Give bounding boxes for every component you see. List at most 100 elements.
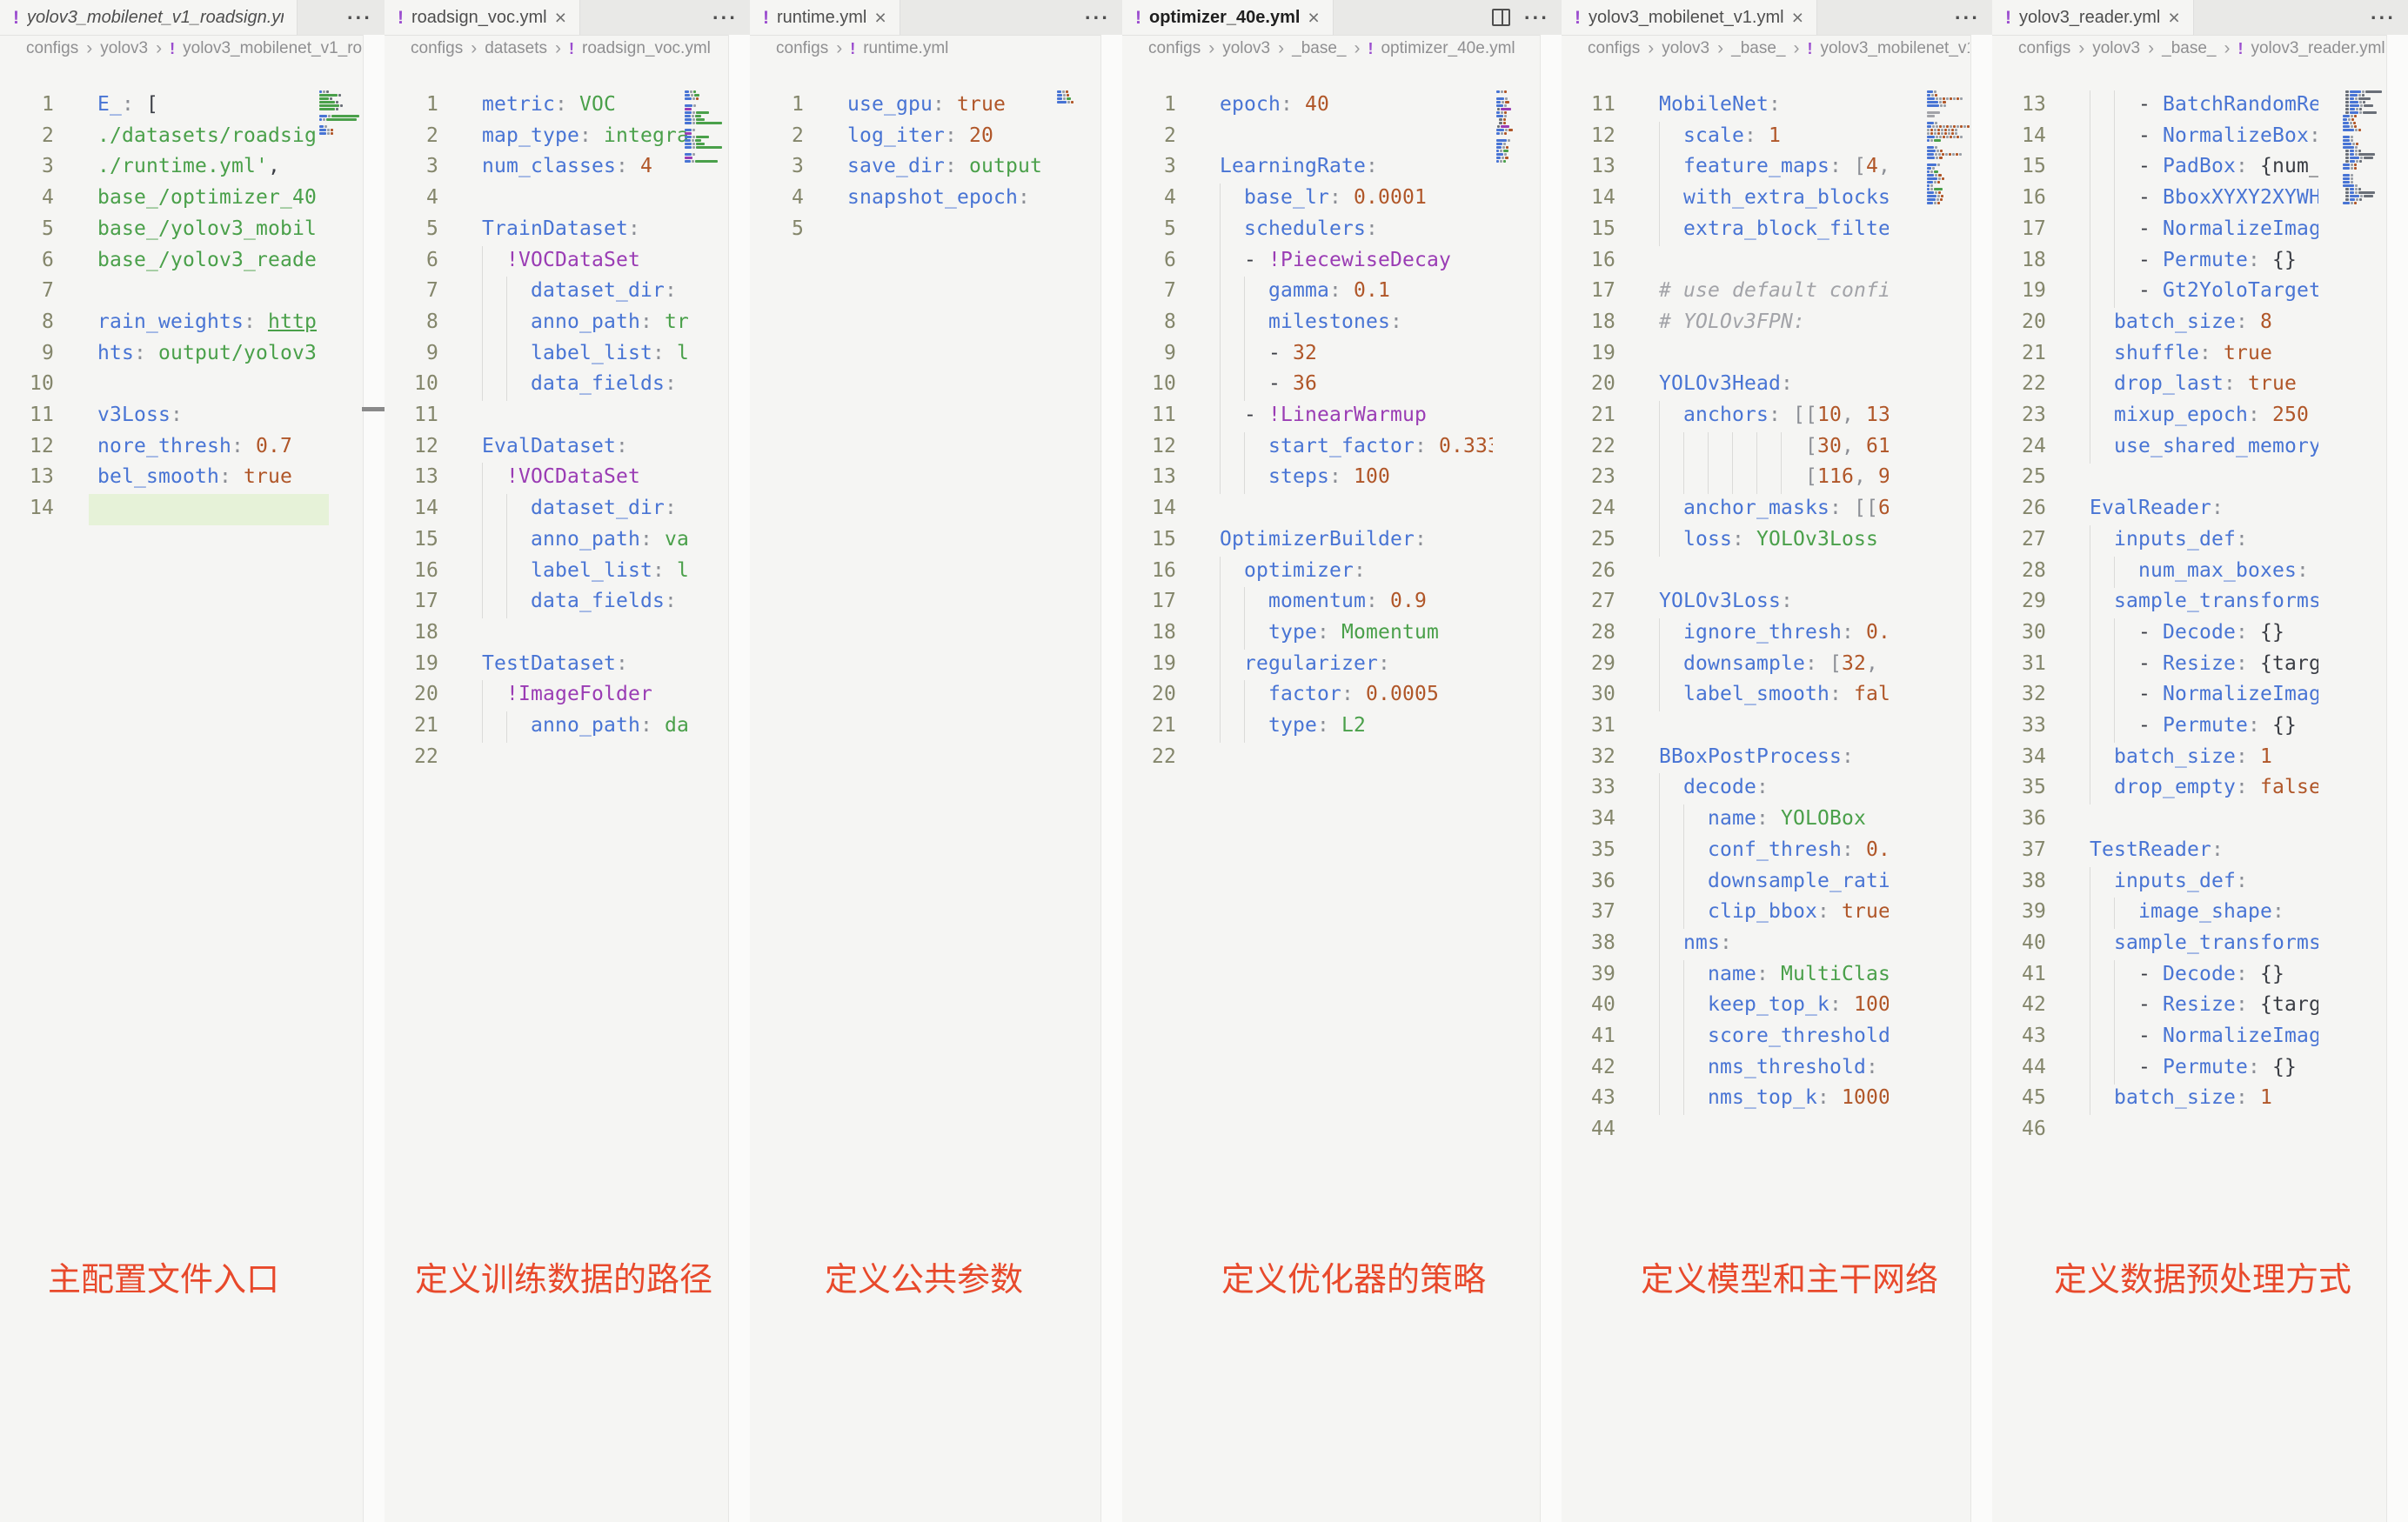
code-line: 16 — [1562, 246, 1992, 277]
token: 1 — [2260, 1086, 2272, 1109]
token: : — [1817, 900, 1842, 923]
code-tokens: batch_size: 1 — [2090, 745, 2272, 768]
token: decode — [1683, 776, 1756, 798]
code-tokens: - !PiecewiseDecay — [1220, 249, 1451, 271]
minimap[interactable] — [1057, 90, 1099, 108]
minimap-mark — [1496, 160, 1499, 163]
code-line-text: dataset_dir: dataset/roadsign_voc — [482, 494, 688, 525]
code-line: 2log_iter: 20 — [750, 122, 1122, 153]
code-line-text: type: Momentum — [1220, 618, 1493, 650]
token: anchors — [1683, 404, 1769, 426]
code-line-text: sample_transforms: — [2090, 929, 2318, 960]
token: {} — [2272, 249, 2297, 271]
code-line-text: - NormalizeBox: {} — [2090, 122, 2318, 153]
minimap-mark — [2358, 188, 2361, 190]
scrollbar-overview-ruler[interactable] — [1540, 35, 1562, 1522]
token: : — [2236, 528, 2248, 551]
token: rain_weights — [97, 310, 244, 333]
token: E_ — [97, 93, 122, 116]
minimap[interactable] — [1927, 90, 1969, 209]
code-line-text: data_fields: ['image', 'gt_bbox', 'gt_cl… — [482, 587, 688, 618]
scrollbar-overview-ruler[interactable] — [728, 35, 750, 1522]
token: : — [1341, 683, 1366, 705]
line-number: 10 — [1122, 372, 1176, 395]
code-tokens: snapshot_epoch: 1 — [847, 186, 1044, 209]
code-tokens: regularizer: — [1220, 652, 1390, 675]
scrollbar-overview-ruler[interactable] — [1970, 35, 1992, 1522]
token: {target_size: [608, 608]} — [2260, 993, 2318, 1016]
code-line: 3./runtime.yml', — [0, 152, 385, 184]
code-tokens: name: YOLOBox — [1659, 807, 1866, 830]
code-line: 24 anchor_masks: [[6, 7, 8]] — [1562, 494, 1992, 525]
code-tokens: base_/yolov3_mobilenet_v1.yml', — [97, 217, 317, 240]
minimap[interactable] — [2343, 90, 2385, 209]
token: extra_block_filters — [1683, 217, 1889, 240]
minimap-mark — [1934, 188, 1943, 190]
code-tokens: name: MultiClassNMS — [1659, 963, 1889, 985]
minimap-mark — [692, 146, 695, 149]
minimap-mark — [1496, 90, 1500, 93]
minimap[interactable] — [319, 90, 361, 139]
minimap-mark — [685, 136, 692, 138]
code-line: 29 sample_transforms: — [1992, 587, 2408, 618]
line-number: 17 — [1562, 279, 1615, 302]
code-line-text: drop_last: true — [2090, 370, 2318, 401]
code-tokens: - NormalizeImage: {mean: [0.485]} — [2090, 1025, 2318, 1047]
code-line-text: scale: 1 — [1659, 122, 1889, 153]
line-number: 37 — [1562, 900, 1615, 923]
token — [2090, 745, 2114, 768]
minimap-mark — [685, 146, 692, 149]
code-line-text: shuffle: true — [2090, 339, 2318, 370]
token: 0.0001 — [1354, 186, 1427, 209]
code-line-text: - 36 — [1220, 370, 1493, 401]
minimap-mark — [2351, 174, 2353, 177]
code-line: 33 decode: — [1562, 773, 1992, 804]
code-tokens: log_iter: 20 — [847, 124, 993, 147]
minimap-mark — [1501, 108, 1510, 110]
token: batch_size — [2114, 1086, 2236, 1109]
code-line: 18# YOLOv3FPN: — [1562, 308, 1992, 339]
minimap[interactable] — [1496, 90, 1538, 167]
code-tokens: - Resize: {target_size: [608, 608]} — [2090, 652, 2318, 675]
code-line-text: label_list: label_list.txt — [482, 339, 688, 370]
minimap-mark — [2354, 164, 2357, 166]
token: NormalizeBox — [2163, 124, 2309, 147]
code-line-text — [97, 494, 317, 525]
scrollbar-overview-ruler[interactable] — [2386, 35, 2408, 1522]
minimap-mark — [696, 111, 709, 114]
token: : — [1781, 590, 1793, 612]
token: YOLOv3Head — [1659, 372, 1781, 395]
token: [ — [1854, 155, 1866, 177]
code-tokens: nms_top_k: 1000 — [1659, 1086, 1889, 1109]
minimap-mark — [696, 122, 722, 124]
code-line-text: optimizer: — [1220, 557, 1493, 588]
minimap-mark — [1932, 167, 1935, 170]
token: output — [969, 155, 1042, 177]
scrollbar-overview-ruler[interactable] — [363, 35, 385, 1522]
minimap-mark — [1057, 101, 1067, 103]
code-tokens: nms_threshold: 0.45 — [1659, 1056, 1889, 1078]
minimap-line — [1927, 205, 1969, 209]
line-number: 10 — [0, 372, 54, 395]
minimap-mark — [1496, 157, 1501, 159]
minimap-mark — [1935, 146, 1937, 149]
line-number: 43 — [1562, 1086, 1615, 1109]
minimap-mark — [1939, 101, 1942, 103]
token — [1220, 683, 1268, 705]
minimap-mark — [2355, 191, 2358, 194]
code-line: 10 — [0, 370, 385, 401]
minimap-mark — [2350, 111, 2358, 114]
scrollbar-overview-ruler[interactable] — [1100, 35, 1122, 1522]
minimap-mark — [692, 143, 695, 145]
minimap[interactable] — [685, 90, 726, 167]
code-line-text: score_threshold: 0.01 — [1659, 1022, 1889, 1053]
minimap-mark — [1503, 122, 1506, 124]
token: : — [1366, 217, 1378, 240]
code-line: 20YOLOv3Head: — [1562, 370, 1992, 401]
code-line: 11 - !LinearWarmup — [1122, 401, 1562, 432]
token — [1659, 652, 1683, 675]
minimap-mark — [1496, 104, 1503, 107]
line-number: 35 — [1992, 776, 2046, 798]
line-number: 18 — [1992, 249, 2046, 271]
minimap-mark — [2343, 174, 2350, 177]
